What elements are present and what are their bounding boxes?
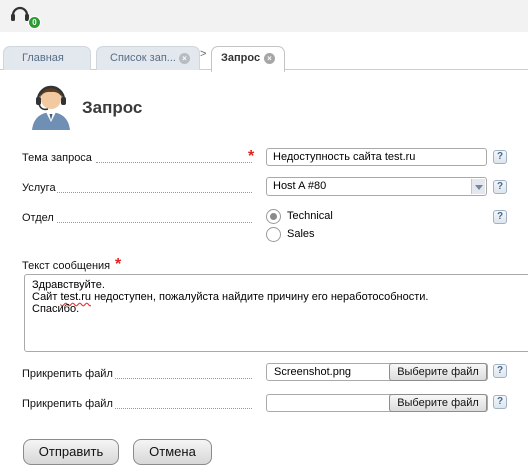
choose-file-button[interactable]: Выберите файл <box>389 394 487 412</box>
cancel-button[interactable]: Отмена <box>133 439 212 465</box>
leader-dots <box>57 192 252 193</box>
help-icon[interactable]: ? <box>493 180 507 194</box>
required-mark: * <box>248 148 255 165</box>
top-toolbar: 0 <box>0 0 528 32</box>
message-textarea[interactable]: Здравствуйте. Сайт test.ru недоступен, п… <box>24 274 528 352</box>
radio-technical-label: Technical <box>287 210 333 222</box>
message-label: Текст сообщения <box>22 260 111 272</box>
service-select[interactable]: Host A #80 <box>266 177 487 196</box>
submit-button[interactable]: Отправить <box>23 439 119 465</box>
message-line: Спасибо. <box>32 303 80 315</box>
close-icon[interactable]: × <box>179 53 190 64</box>
message-text-misspelled: test.ru <box>60 291 92 303</box>
message-line: Здравствуйте. <box>32 279 105 291</box>
subject-input[interactable]: Недоступность сайта test.ru <box>266 148 487 166</box>
message-text: Сайт <box>32 291 61 303</box>
radio-technical[interactable] <box>266 209 281 224</box>
leader-dots <box>115 408 252 409</box>
attach-label: Прикрепить файл <box>22 368 113 380</box>
file-input-2[interactable]: Выберите файл <box>266 394 488 412</box>
attach-label: Прикрепить файл <box>22 398 113 410</box>
close-icon[interactable]: × <box>264 53 275 64</box>
chevron-down-icon <box>471 179 485 194</box>
radio-sales[interactable] <box>266 227 281 242</box>
radio-sales-label: Sales <box>287 228 315 240</box>
support-headset-button[interactable]: 0 <box>9 3 41 29</box>
service-label: Услуга <box>22 182 56 194</box>
help-icon[interactable]: ? <box>493 364 507 378</box>
leader-dots <box>96 162 252 163</box>
notification-count-badge: 0 <box>28 16 41 29</box>
service-value: Host A #80 <box>273 180 327 192</box>
leader-dots <box>115 378 252 379</box>
page-title: Запрос <box>82 98 143 117</box>
help-icon[interactable]: ? <box>493 150 507 164</box>
department-label: Отдел <box>22 212 54 224</box>
help-icon[interactable]: ? <box>493 395 507 409</box>
message-line: Сайт test.ru недоступен, пожалуйста найд… <box>32 291 526 303</box>
file-input-1[interactable]: Screenshot.png Выберите файл <box>266 363 488 381</box>
subject-label: Тема запроса <box>22 152 92 164</box>
leader-dots <box>57 222 252 223</box>
tab-label: Главная <box>22 52 64 64</box>
tab-request-list[interactable]: Список зап... × <box>96 46 200 70</box>
choose-file-button[interactable]: Выберите файл <box>389 363 487 381</box>
tab-home[interactable]: Главная <box>3 46 91 70</box>
tab-request[interactable]: Запрос × <box>211 46 285 72</box>
tab-bar: Главная Список зап... × Запрос × <box>0 44 528 72</box>
subject-value: Недоступность сайта test.ru <box>273 151 416 163</box>
required-mark: * <box>115 256 122 273</box>
help-icon[interactable]: ? <box>493 210 507 224</box>
file-name: Screenshot.png <box>274 366 352 378</box>
breadcrumb-separator: > <box>200 48 207 60</box>
tab-label: Запрос <box>221 52 261 64</box>
message-text: недоступен, пожалуйста найдите причину е… <box>91 291 429 303</box>
support-agent-avatar <box>26 80 76 130</box>
tab-label: Список зап... <box>110 52 176 64</box>
